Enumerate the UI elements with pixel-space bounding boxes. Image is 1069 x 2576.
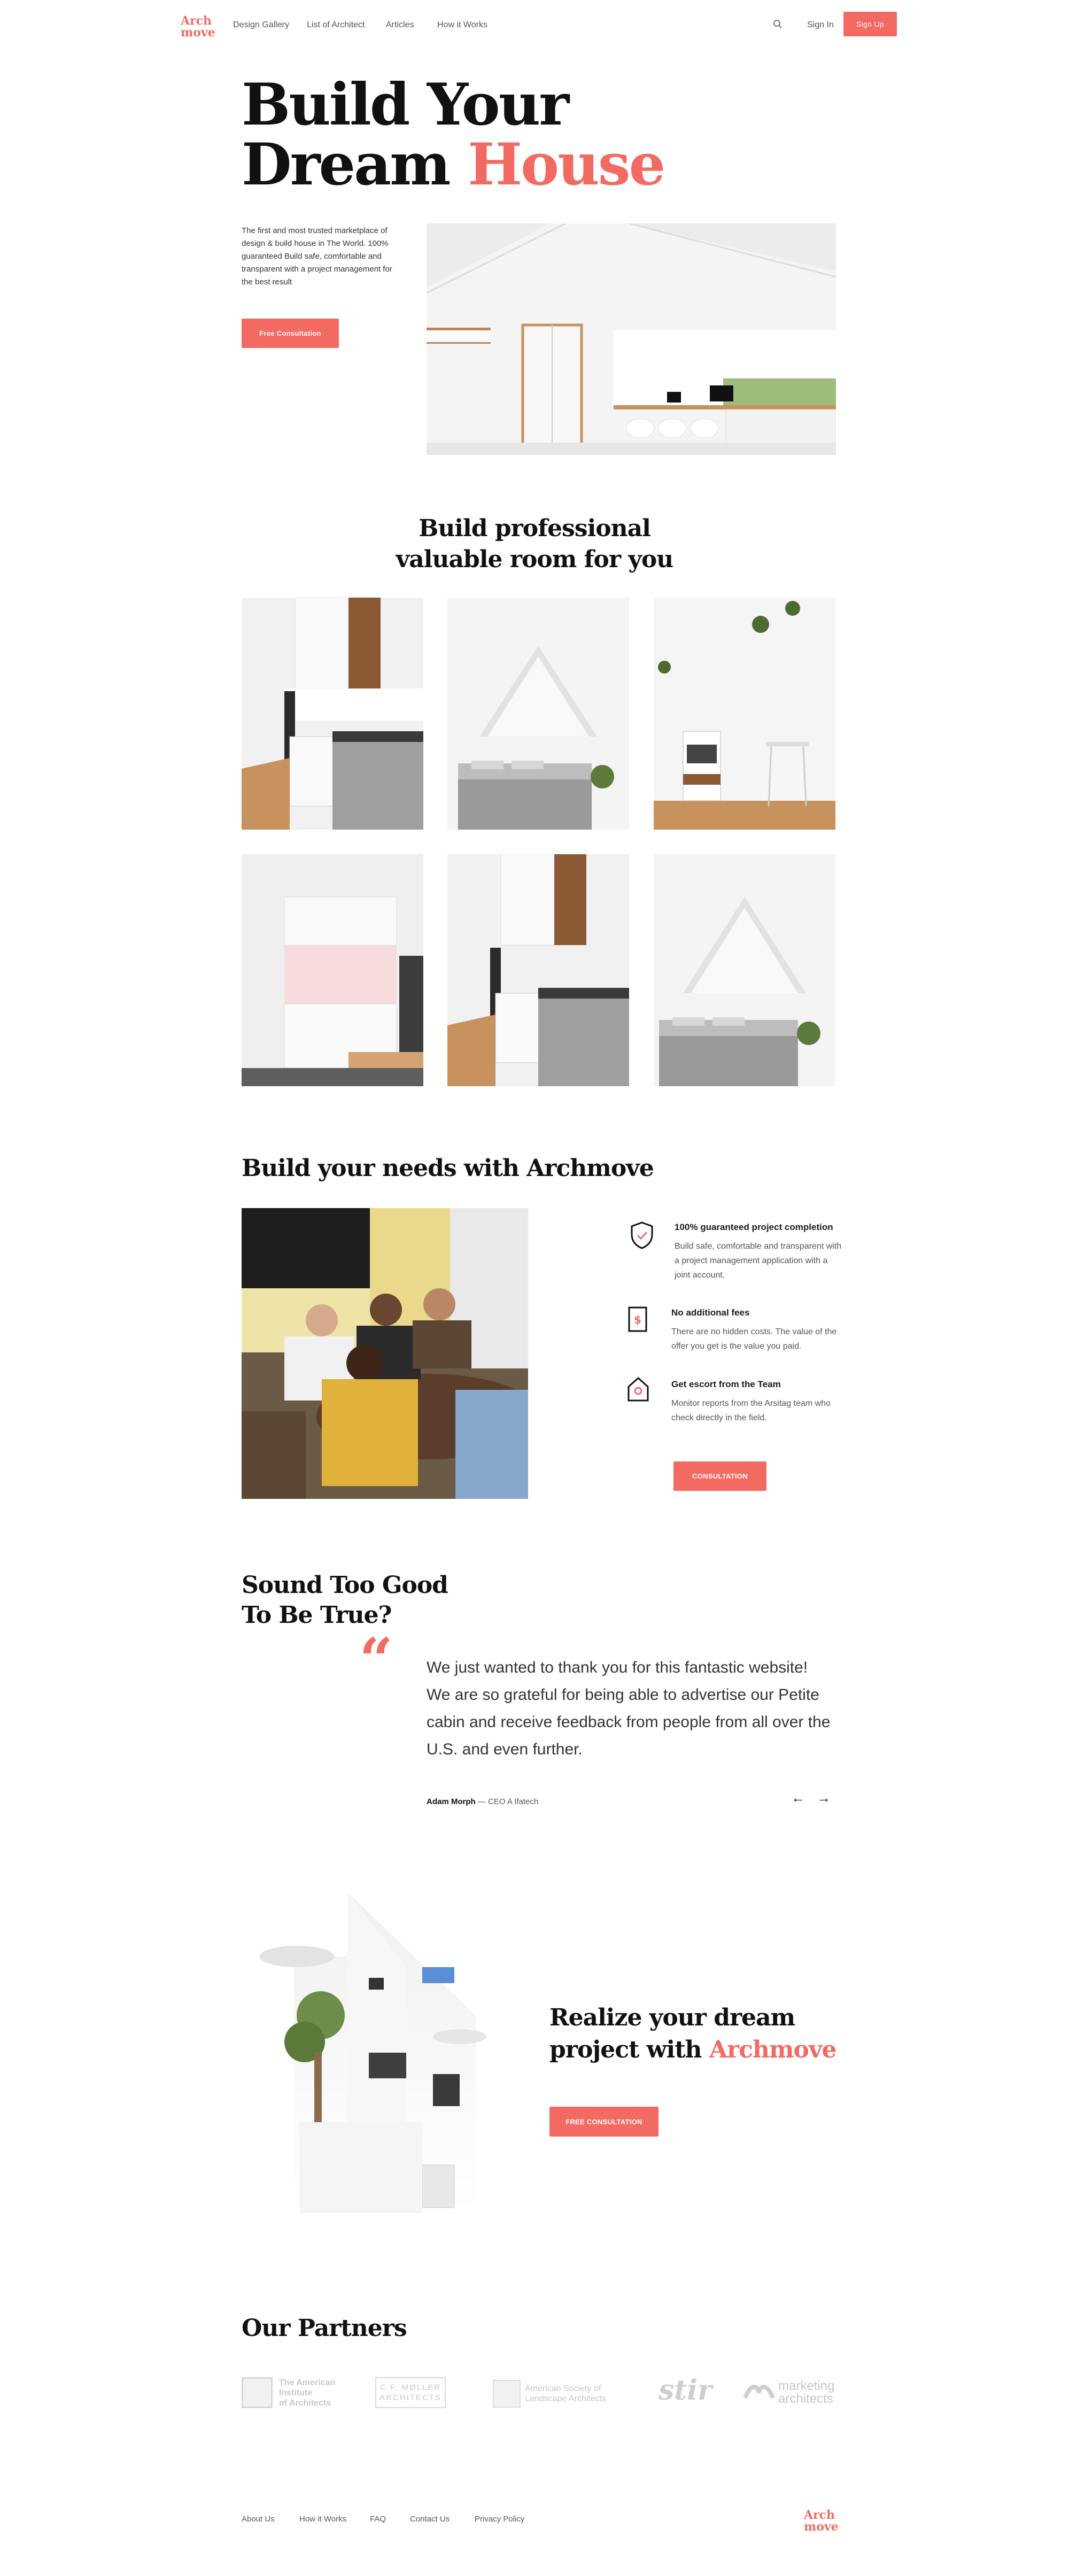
sign-up-button[interactable]: Sign Up bbox=[843, 12, 897, 36]
dream-title-plain: project with bbox=[549, 2036, 709, 2063]
footer-link-contact-us[interactable]: Contact Us bbox=[410, 2515, 450, 2524]
search-icon[interactable] bbox=[773, 19, 783, 29]
hero-title-accent: House bbox=[468, 131, 665, 198]
partner-logo-asla[interactable]: American Society of Landscape Architects bbox=[493, 2380, 606, 2408]
asla-line-1: American Society of bbox=[525, 2384, 601, 2393]
cf-moller-line-2: ARCHITECTS bbox=[379, 2393, 441, 2402]
aia-line-1: The American bbox=[279, 2378, 336, 2387]
free-consultation-button-2[interactable]: FREE CONSULTATION bbox=[549, 2107, 659, 2137]
house-illustration bbox=[246, 1892, 508, 2245]
author-name: Adam Morph bbox=[427, 1797, 476, 1806]
footer-logo-line-2: move bbox=[804, 2520, 839, 2534]
marketing-architects-line-1: marketing bbox=[778, 2379, 835, 2393]
footer-link-how-it-works[interactable]: How it Works bbox=[299, 2515, 346, 2524]
room-photo-plant-corner[interactable] bbox=[654, 598, 835, 830]
aia-line-2: Institute bbox=[279, 2388, 313, 2397]
feature-desc-3: Monitor reports from the Arsitag team wh… bbox=[671, 1399, 831, 1422]
house-pin-icon bbox=[626, 1376, 650, 1405]
feature-title-1: 100% guaranteed project completion bbox=[675, 1222, 833, 1232]
asla-emblem-icon bbox=[493, 2380, 521, 2408]
hero-description: The first and most trusted marketplace o… bbox=[242, 226, 392, 287]
feature-title-3: Get escort from the Team bbox=[671, 1379, 781, 1389]
dream-title: Realize your dream project with Archmove bbox=[549, 2002, 836, 2066]
partner-logo-marketing-architects[interactable]: marketing architects bbox=[743, 2380, 834, 2405]
dream-title-line-1: Realize your dream bbox=[549, 2004, 795, 2031]
testimonial-author: Adam Morph — CEO A Ifatech bbox=[427, 1797, 538, 1806]
footer-link-faq[interactable]: FAQ bbox=[370, 2515, 386, 2524]
nav-link-articles[interactable]: Articles bbox=[386, 20, 414, 30]
nav-link-list-of-architect[interactable]: List of Architect bbox=[307, 20, 365, 30]
footer-link-privacy-policy[interactable]: Privacy Policy bbox=[475, 2515, 524, 2524]
shield-check-icon bbox=[630, 1221, 654, 1252]
testimonial-quote: We just wanted to thank you for this fan… bbox=[427, 1659, 831, 1758]
aia-line-3: of Architects bbox=[279, 2398, 331, 2408]
hero-image bbox=[427, 223, 836, 455]
rooms-title-line-1: Build professional bbox=[419, 515, 651, 542]
feature-title-2: No additional fees bbox=[671, 1308, 750, 1318]
rooms-title-line-2: valuable room for you bbox=[396, 546, 674, 573]
footer-logo[interactable]: Arch move bbox=[804, 2509, 839, 2533]
next-arrow-icon[interactable]: → bbox=[817, 1790, 831, 1806]
logo-line-2: move bbox=[181, 26, 215, 40]
feature-desc-1: Build safe, comfortable and transparent … bbox=[675, 1242, 842, 1280]
room-photo-kitchen-2[interactable] bbox=[447, 854, 629, 1086]
brand-logo[interactable]: Arch move bbox=[181, 15, 215, 38]
dream-title-accent: Archmove bbox=[709, 2036, 837, 2063]
marketing-architects-line-2: architects bbox=[778, 2392, 833, 2406]
testimonial-title: Sound Too Good To Be True? bbox=[242, 1571, 448, 1630]
hero-title-line-2: Dream House bbox=[242, 135, 665, 195]
rooms-title: Build professional valuable room for you bbox=[0, 513, 1069, 575]
logo-line-1: Arch bbox=[181, 14, 212, 28]
asla-text: American Society of Landscape Architects bbox=[525, 2384, 606, 2404]
aia-text: The American Institute of Architects bbox=[279, 2378, 335, 2408]
partners-title: Our Partners bbox=[242, 2315, 407, 2342]
footer-link-about-us[interactable]: About Us bbox=[242, 2515, 275, 2524]
feature-desc-2: There are no hidden costs. The value of … bbox=[671, 1327, 837, 1351]
marketing-architects-text: marketing architects bbox=[778, 2380, 834, 2405]
author-role: — CEO A Ifatech bbox=[475, 1797, 539, 1806]
testimonial-title-line-1: Sound Too Good bbox=[242, 1572, 448, 1599]
room-photo-bedroom[interactable] bbox=[447, 598, 629, 830]
nav-link-how-it-works[interactable]: How it Works bbox=[437, 20, 487, 30]
room-photo-kitchen[interactable] bbox=[242, 598, 423, 830]
marketing-architects-emblem-icon bbox=[743, 2382, 775, 2403]
asla-line-2: Landscape Architects bbox=[525, 2394, 607, 2403]
needs-title: Build your needs with Archmove bbox=[242, 1155, 654, 1182]
sign-in-link[interactable]: Sign In bbox=[807, 20, 834, 30]
hero-title-plain: Dream bbox=[242, 131, 468, 198]
aia-emblem-icon bbox=[242, 2377, 273, 2408]
consultation-button[interactable]: CONSULTATION bbox=[673, 1461, 766, 1491]
partner-logo-aia[interactable]: The American Institute of Architects bbox=[242, 2377, 335, 2408]
room-photo-bedroom-2[interactable] bbox=[654, 854, 835, 1086]
testimonial-title-line-2: To Be True? bbox=[242, 1602, 392, 1629]
dream-title-line-2: project with Archmove bbox=[549, 2034, 836, 2066]
footer-logo-line-1: Arch bbox=[804, 2508, 835, 2522]
room-photo-kitchenette[interactable] bbox=[242, 854, 423, 1086]
nav-link-design-gallery[interactable]: Design Gallery bbox=[233, 20, 289, 30]
hero-title: Build Your Dream House bbox=[242, 71, 665, 195]
svg-text:$: $ bbox=[634, 1313, 641, 1326]
dollar-document-icon: $ bbox=[626, 1306, 649, 1335]
cf-moller-line-1: C.F. MØLLER bbox=[379, 2383, 441, 2392]
hero-title-line-1: Build Your bbox=[242, 71, 569, 138]
quote-mark-icon: “ bbox=[359, 1625, 393, 1694]
prev-arrow-icon[interactable]: ← bbox=[791, 1790, 805, 1806]
partner-logo-stir[interactable]: stir bbox=[659, 2374, 712, 2407]
partner-logo-cf-moller[interactable]: C.F. MØLLER ARCHITECTS bbox=[375, 2377, 446, 2408]
team-meeting-photo bbox=[242, 1208, 528, 1499]
free-consultation-button[interactable]: Free Consultation bbox=[242, 319, 339, 348]
